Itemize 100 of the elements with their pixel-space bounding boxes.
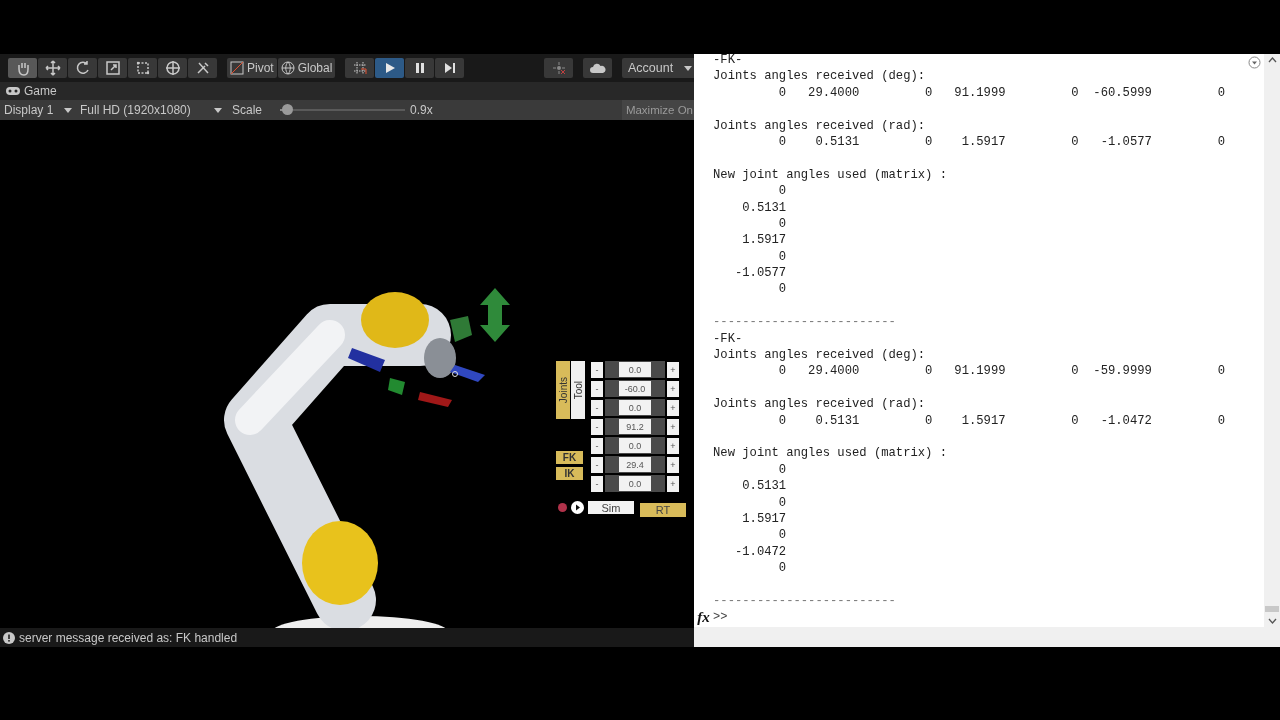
playback-button[interactable] [435, 58, 465, 78]
globe-icon [280, 61, 295, 75]
rect-tool-icon [134, 60, 151, 76]
output-line: Joints angles received (deg): [713, 68, 927, 85]
record-dot-icon [558, 503, 567, 512]
increment-button[interactable]: + [667, 475, 679, 492]
cloud-button[interactable] [583, 58, 612, 78]
output-line: 0 29.4000 0 91.1999 0 -59.9999 0 [777, 363, 1225, 380]
output-line: 0 [777, 281, 788, 298]
global-button[interactable]: Global [277, 58, 336, 78]
scale-label: Scale [232, 103, 263, 117]
caret-icon [684, 65, 692, 71]
effects-button[interactable] [544, 58, 573, 78]
increment-button[interactable]: + [667, 456, 679, 473]
grid-icon [352, 61, 367, 75]
decrement-button[interactable]: - [591, 380, 603, 397]
output-line: 0.5131 [741, 478, 788, 495]
caret-icon [64, 107, 72, 113]
decrement-button[interactable]: - [591, 475, 603, 492]
output-line: 0 [777, 494, 788, 511]
joint-value: 91.2 [619, 419, 651, 434]
increment-button[interactable]: + [667, 437, 679, 454]
scrollbar-thumb[interactable] [1265, 606, 1279, 612]
cloud-icon [589, 62, 606, 74]
tool-button[interactable] [158, 58, 187, 78]
output-line: 0 [777, 527, 788, 544]
output-line: 1.5917 [741, 232, 788, 249]
solver-button[interactable]: FK [556, 451, 583, 464]
status-message: server message received as: FK handled [19, 630, 238, 645]
gamepad-icon [6, 87, 20, 95]
command-prompt[interactable]: >> [713, 610, 728, 624]
output-line: 0 [777, 215, 788, 233]
output-line: 0 0.5131 0 1.5917 0 -1.0472 0 [777, 412, 1225, 429]
increment-button[interactable]: + [667, 380, 679, 397]
pivot-icon [230, 61, 244, 75]
output-line: 0 [777, 248, 788, 266]
tool-button[interactable] [8, 58, 37, 78]
decrement-button[interactable]: - [591, 399, 603, 416]
tab-label: Game [24, 84, 57, 98]
joint-value: 29.4 [619, 457, 651, 472]
increment-button[interactable]: + [667, 418, 679, 435]
playback-button[interactable] [405, 58, 435, 78]
increment-button[interactable]: + [667, 361, 679, 378]
separator-line: ------------------------- [713, 592, 897, 610]
output-line: Joints angles received (rad): [713, 396, 927, 413]
transform-icon [164, 60, 181, 76]
output-line: 0 [777, 461, 788, 479]
mode-tab[interactable]: Tool [571, 361, 585, 419]
maximize-toggle[interactable]: Maximize On [621, 100, 694, 120]
slider-thumb[interactable] [281, 104, 293, 115]
joint-value: 0.0 [619, 438, 651, 453]
output-line: 0 29.4000 0 91.1999 0 -60.5999 0 [777, 84, 1225, 102]
account-dropdown[interactable]: Account [622, 58, 694, 78]
output-line: Joints angles received (deg): [713, 347, 927, 364]
decrement-button[interactable]: - [591, 437, 603, 454]
tool-button[interactable] [98, 58, 127, 78]
chevron-up-icon [1267, 57, 1277, 63]
scrollbar[interactable] [1264, 54, 1280, 627]
output-line: -FK- [713, 330, 744, 348]
sparkle-icon [551, 61, 566, 75]
output-line: 0 [777, 183, 788, 200]
joint-value: 0.0 [619, 400, 651, 415]
pivot-button[interactable]: Pivot [227, 58, 277, 78]
play-circle-icon [571, 501, 584, 514]
output-line: New joint angles used (matrix) : [713, 445, 949, 462]
output-line: 0 [777, 560, 788, 577]
rotate-icon [74, 60, 91, 76]
decrement-button[interactable]: - [591, 418, 603, 435]
tool-button[interactable] [128, 58, 157, 78]
grid-snap-button[interactable] [345, 58, 375, 78]
output-line: -FK- [713, 52, 744, 69]
output-line: -1.0577 [733, 265, 788, 282]
tool-button[interactable] [38, 58, 67, 78]
separator-line: ------------------------- [713, 314, 897, 331]
output-line: Joints angles received (rad): [713, 117, 927, 134]
decrement-button[interactable]: - [591, 456, 603, 473]
output-line: -1.0472 [733, 543, 788, 561]
output-line: New joint angles used (matrix) : [713, 166, 949, 184]
solver-button[interactable]: IK [556, 467, 583, 480]
output-line: 1.5917 [741, 510, 788, 528]
caret-icon [214, 107, 222, 113]
joint-value: 0.0 [619, 476, 651, 491]
output-line: 0 0.5131 0 1.5917 0 -1.0577 0 [777, 133, 1225, 151]
scale-icon [104, 60, 121, 76]
increment-button[interactable]: + [667, 399, 679, 416]
playback-button[interactable] [375, 58, 405, 78]
output-line: 0.5131 [741, 199, 788, 216]
joint-value: -60.0 [619, 381, 651, 396]
chevron-down-icon [1267, 618, 1277, 624]
function-icon[interactable]: fx [694, 608, 713, 626]
mode-tab[interactable]: Joints [556, 361, 570, 419]
scale-reading: 0.9x [410, 103, 434, 117]
step-icon [442, 61, 457, 75]
decrement-button[interactable]: - [591, 361, 603, 378]
info-icon [3, 631, 15, 644]
tool-button[interactable] [68, 58, 97, 78]
tool-button[interactable] [188, 58, 217, 78]
target-button[interactable]: Sim [588, 501, 634, 514]
target-button[interactable]: RT [640, 503, 686, 517]
game-tab[interactable]: Game [0, 82, 63, 100]
